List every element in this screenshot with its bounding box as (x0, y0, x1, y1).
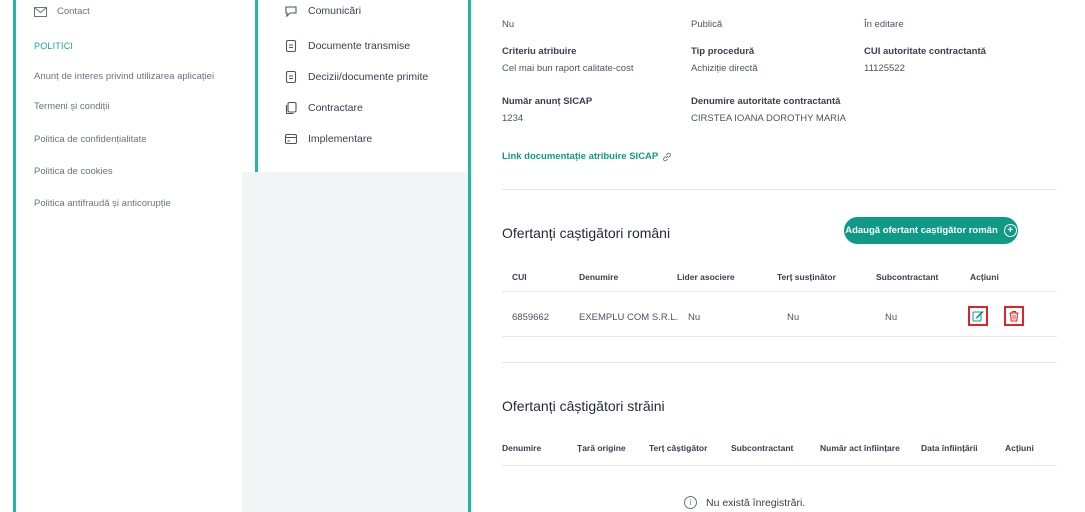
document-icon (285, 70, 297, 84)
cell-subcontractant: Nu (885, 312, 898, 323)
column-header: Număr act înființare (820, 443, 900, 453)
subnav-item-implementare[interactable]: Implementare (284, 132, 372, 146)
copy-icon (285, 101, 297, 115)
table-header-divider (502, 465, 1057, 466)
sidebar-item-termeni[interactable]: Termeni și condiții (34, 101, 110, 112)
chat-icon (285, 6, 297, 18)
edit-button[interactable] (968, 306, 988, 326)
column-header: Țară origine (577, 443, 626, 453)
column-header: Acțiuni (970, 272, 999, 282)
section-divider (502, 189, 1057, 190)
detail-label: Tip procedură (691, 46, 755, 57)
left-sidebar: Contact POLITICI Anunț de interes privin… (0, 0, 242, 512)
plus-circle-icon: + (1003, 224, 1017, 237)
column-header: Lider asociere (677, 272, 735, 282)
sidebar-accent-bar (13, 0, 16, 512)
document-icon (285, 39, 297, 53)
detail-value: CIRSTEA IOANA DOROTHY MARIA (691, 113, 847, 124)
detail-value: 1234 (502, 113, 524, 124)
subnav-item-label: Implementare (308, 133, 373, 145)
subnav-item-label: Comunicări (308, 5, 362, 17)
sidebar-item-antifrauda[interactable]: Politica antifraudă și anticorupție (34, 198, 171, 209)
subnav-item-comunicari[interactable]: Comunicări (284, 4, 361, 18)
column-header: Denumire (502, 443, 542, 453)
cell-tert: Nu (787, 312, 800, 323)
column-header: Terț susținător (777, 272, 836, 282)
add-romanian-winner-button[interactable]: Adaugă ofertant caștigător român + (844, 217, 1018, 244)
sidebar-item-label: Contact (57, 6, 90, 17)
mail-icon (34, 6, 47, 17)
subnav-item-label: Decizii/documente primite (308, 71, 429, 83)
cell-denumire: EXEMPLU COM S.R.L. (579, 312, 679, 323)
sicap-documentation-link[interactable]: Link documentație atribuire SICAP (502, 151, 672, 162)
detail-value: Publică (691, 19, 723, 30)
column-header: Data înființării (921, 443, 978, 453)
detail-label: Număr anunț SICAP (502, 96, 593, 107)
subnav-item-label: Contractare (308, 102, 363, 114)
subnav-panel: Comunicări Documente transmise Decizii/d… (242, 0, 468, 512)
row-divider (502, 336, 1057, 337)
detail-value: Cel mai bun raport calitate-cost (502, 63, 634, 74)
trash-icon (1009, 311, 1019, 322)
column-header: Denumire (579, 272, 619, 282)
detail-value: În editare (864, 19, 904, 30)
sidebar-item-contact[interactable]: Contact (34, 6, 90, 17)
sidebar-section-heading: POLITICI (34, 41, 74, 51)
detail-value: Nu (502, 19, 515, 30)
subnav-accent-bar (255, 0, 258, 172)
column-header: Subcontractant (731, 443, 794, 453)
subnav-menu: Comunicări Documente transmise Decizii/d… (242, 0, 468, 172)
edit-icon (972, 310, 984, 322)
foreign-winners-title: Ofertanți câștigători străini (502, 398, 665, 414)
sidebar-item-anunt[interactable]: Anunț de interes privind utilizarea apli… (34, 71, 214, 82)
subnav-item-label: Documente transmise (308, 40, 411, 52)
info-icon: i (684, 496, 697, 509)
link-label: Link documentație atribuire SICAP (502, 151, 659, 162)
cell-cui: 6859662 (512, 312, 549, 323)
card-icon (284, 133, 298, 145)
sidebar-item-cookies[interactable]: Politica de cookies (34, 166, 113, 177)
column-header: Acțiuni (1005, 443, 1034, 453)
link-icon (663, 152, 672, 161)
column-header: Terț câștigător (649, 443, 708, 453)
detail-label: CUI autoritate contractantă (864, 46, 986, 57)
section-divider (502, 362, 1057, 363)
column-header: CUI (512, 272, 527, 282)
detail-label: Criteriu atribuire (502, 46, 577, 57)
empty-state-text: Nu există înregistrări. (706, 496, 806, 509)
subnav-item-documente-transmise[interactable]: Documente transmise (284, 39, 410, 53)
subnav-item-contractare[interactable]: Contractare (284, 101, 363, 115)
romanian-winners-title: Ofertanți caștigători români (502, 225, 671, 241)
delete-button[interactable] (1004, 306, 1024, 326)
button-label: Adaugă ofertant caștigător român (845, 225, 998, 236)
detail-value: 11125522 (864, 63, 905, 74)
cell-lider: Nu (688, 312, 701, 323)
sidebar-item-confidentialitate[interactable]: Politica de confidențialitate (34, 134, 147, 145)
main-content: Nu Publică În editare Criteriu atribuire… (471, 0, 1085, 512)
empty-state: i Nu există înregistrări. (684, 496, 805, 509)
detail-label: Denumire autoritate contractantă (691, 96, 841, 107)
table-header-divider (502, 291, 1057, 292)
subnav-item-decizii[interactable]: Decizii/documente primite (284, 70, 428, 84)
detail-value: Achiziție directă (691, 63, 758, 74)
column-header: Subcontractant (876, 272, 939, 282)
